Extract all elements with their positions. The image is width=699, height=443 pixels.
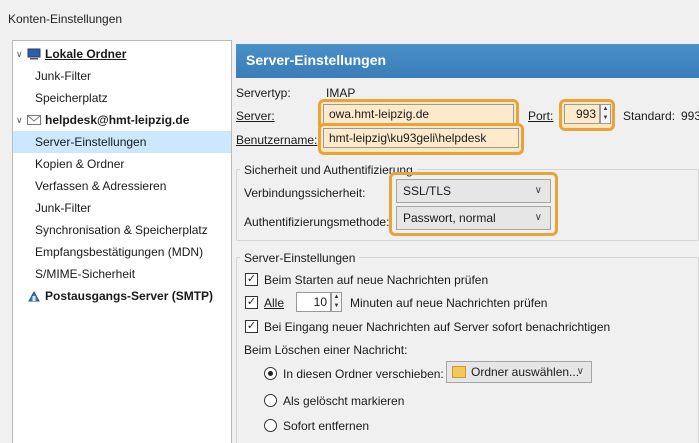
tree-item-receipts[interactable]: Empfangsbestätigungen (MDN) <box>13 241 231 263</box>
pane-header: Server-Einstellungen <box>236 44 699 78</box>
interval-stepper[interactable]: ▲ ▼ <box>331 292 342 312</box>
on-delete-label: Beim Löschen einer Nachricht: <box>244 343 408 357</box>
notify-label: Bei Eingang neuer Nachrichten auf Server… <box>264 320 611 334</box>
pane-title: Server-Einstellungen <box>246 52 387 68</box>
chevron-down-icon: ∨ <box>576 366 584 377</box>
tree-item-label: Junk-Filter <box>35 201 92 215</box>
tree-item-composition[interactable]: Verfassen & Adressieren <box>13 175 231 197</box>
connection-security-label: Verbindungssicherheit: <box>244 186 366 200</box>
tree-item-copies-folders[interactable]: Kopien & Ordner <box>13 153 231 175</box>
tree-item-smime[interactable]: S/MIME-Sicherheit <box>13 263 231 285</box>
every-label: Alle <box>264 296 285 310</box>
auth-method-select[interactable]: Passwort, normal ∨ <box>396 206 551 230</box>
check-startup-label: Beim Starten auf neue Nachrichten prüfen <box>264 273 489 287</box>
outgoing-server-icon <box>28 290 40 302</box>
computer-icon <box>27 48 41 60</box>
tree-item-label: Synchronisation & Speicherplatz <box>35 223 208 237</box>
move-to-folder-label: In diesen Ordner verschieben: <box>283 367 444 381</box>
tree-item-label: Verfassen & Adressieren <box>35 179 167 193</box>
check-every-checkbox[interactable]: ✓ <box>245 296 258 309</box>
mark-deleted-label: Als gelöscht markieren <box>283 394 405 408</box>
tree-item-label: Empfangsbestätigungen (MDN) <box>35 245 204 259</box>
connection-security-select[interactable]: SSL/TLS ∨ <box>396 179 551 203</box>
chevron-down-icon: ∨ <box>534 212 542 223</box>
server-type-value: IMAP <box>326 86 356 100</box>
window-title: Konten-Einstellungen <box>8 12 123 26</box>
tree-item-local-folders[interactable]: ∨ Lokale Ordner <box>13 43 231 65</box>
chevron-down-icon[interactable]: ∨ <box>16 109 23 131</box>
tree-item-label: Speicherplatz <box>35 91 108 105</box>
username-input[interactable]: hmt-leipzig\ku93geli\helpdesk <box>323 128 519 148</box>
tree-item-account[interactable]: ∨ helpdesk@hmt-leipzig.de <box>13 109 231 131</box>
tree-item-label: Junk-Filter <box>35 69 92 83</box>
server-input[interactable]: owa.hmt-leipzig.de <box>323 104 514 124</box>
window-titlebar: Konten-Einstellungen <box>0 0 699 38</box>
server-type-label: Servertyp: <box>236 86 291 100</box>
tree-item-label: Kopien & Ordner <box>35 157 125 171</box>
tree-item-label: Postausgangs-Server (SMTP) <box>45 289 214 303</box>
envelope-icon <box>27 115 41 125</box>
connection-security-value: SSL/TLS <box>403 184 452 198</box>
chevron-down-icon[interactable]: ∨ <box>16 43 23 65</box>
choose-folder-button[interactable]: Ordner auswählen... ∨ <box>446 361 592 383</box>
move-to-folder-radio[interactable] <box>264 367 277 380</box>
tree-item-junk[interactable]: Junk-Filter <box>13 197 231 219</box>
chevron-down-icon: ∨ <box>534 185 542 196</box>
tree-item-local-junk[interactable]: Junk-Filter <box>13 65 231 87</box>
tree-item-label: Lokale Ordner <box>45 47 127 61</box>
port-stepper[interactable]: ▲ ▼ <box>600 104 611 124</box>
remove-immediately-radio[interactable] <box>264 419 277 432</box>
remove-immediately-label: Sofort entfernen <box>283 419 370 433</box>
check-startup-checkbox[interactable]: ✓ <box>245 273 258 286</box>
tree-item-label: S/MIME-Sicherheit <box>35 267 136 281</box>
auth-method-label: Authentifizierungsmethode: <box>244 215 390 229</box>
port-input[interactable]: 993 <box>564 104 600 124</box>
server-settings-group-title: Server-Einstellungen <box>240 251 360 265</box>
mark-deleted-radio[interactable] <box>264 394 277 407</box>
port-label: Port: <box>528 109 554 123</box>
folder-icon <box>452 366 466 378</box>
tree-item-smtp[interactable]: Postausgangs-Server (SMTP) <box>13 285 231 307</box>
notify-checkbox[interactable]: ✓ <box>245 320 258 333</box>
server-label: Server: <box>236 109 275 123</box>
tree-item-label: Server-Einstellungen <box>35 135 147 149</box>
tree-item-local-storage[interactable]: Speicherplatz <box>13 87 231 109</box>
auth-method-value: Passwort, normal <box>403 211 496 225</box>
standard-label: Standard: <box>623 109 676 123</box>
account-tree[interactable]: ∨ Lokale Ordner Junk-Filter Speicherplat… <box>12 40 232 443</box>
choose-folder-label: Ordner auswählen... <box>471 365 580 379</box>
tree-item-sync-storage[interactable]: Synchronisation & Speicherplatz <box>13 219 231 241</box>
standard-value: 993 <box>681 109 699 123</box>
interval-input[interactable]: 10 <box>296 292 331 312</box>
minutes-label: Minuten auf neue Nachrichten prüfen <box>350 296 548 310</box>
tree-item-server-settings[interactable]: Server-Einstellungen <box>13 131 231 153</box>
username-label: Benutzername: <box>236 133 318 147</box>
settings-pane: Server-Einstellungen Servertyp: IMAP Ser… <box>232 40 699 443</box>
tree-item-label: helpdesk@hmt-leipzig.de <box>45 113 190 127</box>
